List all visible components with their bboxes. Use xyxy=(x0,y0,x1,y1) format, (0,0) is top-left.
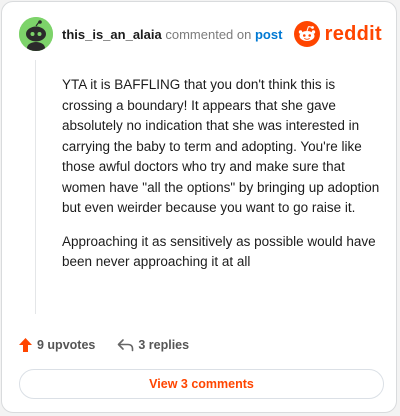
reddit-wordmark: reddit xyxy=(324,22,382,45)
comment-paragraph-2: Approaching it as sensitively as possibl… xyxy=(62,233,376,270)
comment-body: YTA it is BAFFLING that you don't think … xyxy=(62,75,380,286)
comment-actions: 9 upvotes 3 replies xyxy=(18,336,189,354)
post-link[interactable]: post xyxy=(255,27,282,42)
view-comments-button[interactable]: View 3 comments xyxy=(19,369,384,399)
comment-card: this_is_an_alaia commented on post reddi… xyxy=(1,1,397,413)
upvote-button[interactable]: 9 upvotes xyxy=(18,337,95,353)
replies-count: 3 replies xyxy=(138,338,190,352)
upvote-arrow-icon xyxy=(19,338,32,352)
snoo-avatar-icon[interactable] xyxy=(19,17,53,51)
comment-paragraph-1: YTA it is BAFFLING that you don't think … xyxy=(62,77,380,215)
username-link[interactable]: this_is_an_alaia xyxy=(62,27,162,42)
thread-line xyxy=(35,60,36,314)
reply-arrow-icon xyxy=(118,339,134,352)
replies-button[interactable]: 3 replies xyxy=(117,338,189,352)
reddit-logo-icon xyxy=(293,21,320,47)
comment-header: this_is_an_alaia commented on post reddi… xyxy=(2,2,396,62)
comment-meta: this_is_an_alaia commented on post xyxy=(62,28,282,42)
commented-on-label: commented on xyxy=(165,27,252,42)
upvote-count: 9 upvotes xyxy=(37,338,96,352)
reddit-brand[interactable]: reddit xyxy=(293,21,382,47)
